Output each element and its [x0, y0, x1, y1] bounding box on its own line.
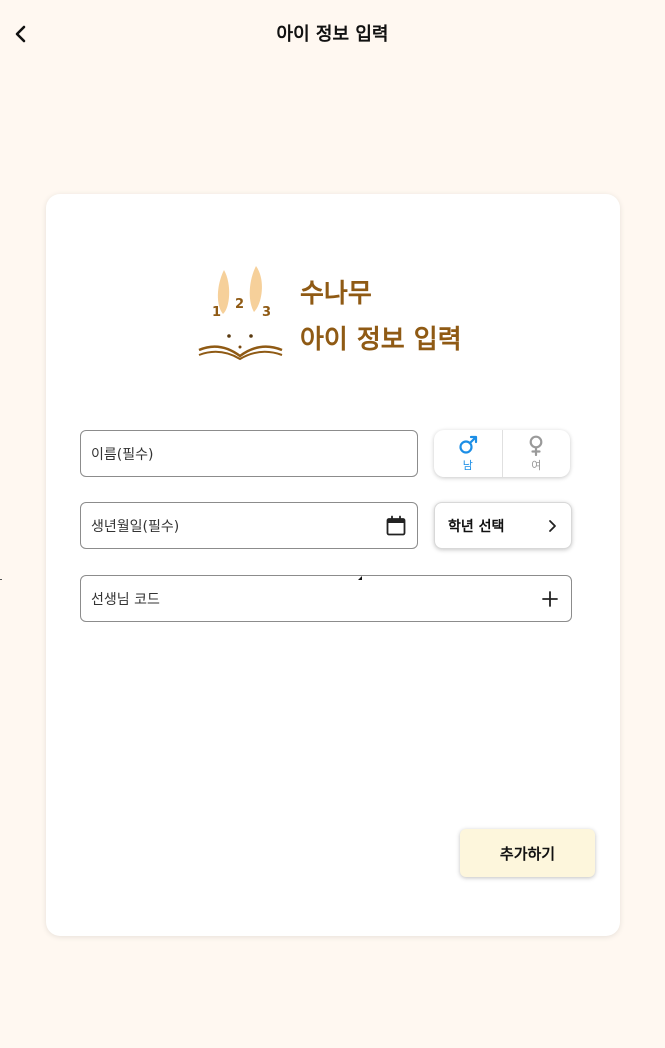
ear-number-2: 2 [235, 297, 244, 312]
app-header: 아이 정보 입력 [0, 0, 665, 68]
nose [238, 345, 242, 349]
calendar-icon[interactable] [385, 515, 407, 537]
plus-icon[interactable] [540, 589, 560, 609]
gender-toggle[interactable]: 남 여 [434, 430, 570, 477]
male-icon [459, 435, 477, 454]
edge-mark [0, 579, 2, 580]
resize-corner-mark [358, 576, 362, 580]
gender-female-label: 여 [531, 459, 542, 472]
chevron-right-icon [549, 520, 556, 532]
add-child-button[interactable]: 추가하기 [460, 829, 595, 877]
gender-male-label: 남 [462, 459, 473, 472]
gender-female-option[interactable]: 여 [501, 430, 571, 477]
ear-number-1: 1 [212, 305, 221, 320]
grade-select-button[interactable]: 학년 선택 [434, 502, 572, 549]
teacher-code-field[interactable]: 선생님 코드 [80, 575, 572, 622]
grade-select-label: 학년 선택 [448, 518, 505, 535]
teacher-code-placeholder: 선생님 코드 [91, 591, 160, 608]
female-icon [529, 435, 543, 456]
logo-brand: 수나무 [300, 279, 372, 309]
add-child-label: 추가하기 [499, 844, 556, 863]
gender-male-option[interactable]: 남 [434, 430, 502, 477]
birthdate-placeholder: 생년월일(필수) [91, 518, 180, 535]
page-title: 아이 정보 입력 [276, 24, 389, 45]
birthdate-field[interactable]: 생년월일(필수) [80, 502, 418, 549]
logo-subtitle: 아이 정보 입력 [300, 325, 462, 355]
sunamu-logo: 1 2 3 수나무 아이 정보 입력 [198, 266, 462, 361]
name-placeholder: 이름(필수) [91, 446, 154, 463]
name-field[interactable]: 이름(필수) [80, 430, 418, 477]
right-eye [249, 334, 253, 338]
ear-number-3: 3 [262, 305, 271, 320]
right-ear [249, 266, 262, 312]
left-eye [227, 334, 231, 338]
